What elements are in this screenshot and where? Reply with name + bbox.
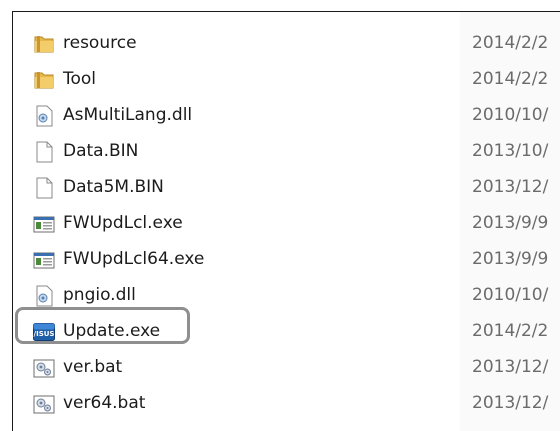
asus-app-icon: /ISUS (33, 321, 55, 343)
file-name: FWUpdLcl.exe (63, 213, 183, 233)
file-date: 2014/2/2 (472, 321, 549, 341)
list-item[interactable]: FWUpdLcl.exe 2013/9/9 (13, 205, 560, 241)
file-date: 2014/2/2 (472, 69, 549, 89)
folder-icon (33, 69, 55, 91)
list-item[interactable]: resource 2014/2/2 (13, 25, 560, 61)
blank-file-icon (33, 141, 55, 163)
file-name: Tool (63, 69, 97, 89)
dll-icon (33, 105, 55, 127)
file-name: FWUpdLcl64.exe (63, 249, 205, 269)
file-name: pngio.dll (63, 285, 136, 305)
list-item[interactable]: /ISUS Update.exe 2014/2/2 (13, 313, 560, 349)
file-date: 2013/9/9 (472, 249, 549, 269)
list-item[interactable]: Tool 2014/2/2 (13, 61, 560, 97)
exe-window-icon (33, 213, 55, 235)
list-item[interactable]: Data5M.BIN 2013/12/ (13, 169, 560, 205)
file-date: 2010/10/ (472, 285, 549, 305)
dll-icon (33, 285, 55, 307)
file-date: 2014/2/2 (472, 33, 549, 53)
file-name: Data5M.BIN (63, 177, 164, 197)
list-item[interactable]: AsMultiLang.dll 2010/10/ (13, 97, 560, 133)
file-date: 2010/10/ (472, 105, 549, 125)
batch-file-icon (33, 393, 55, 415)
folder-icon (33, 33, 55, 55)
file-date: 2013/12/ (472, 177, 549, 197)
list-item[interactable]: pngio.dll 2010/10/ (13, 277, 560, 313)
file-list: resource 2014/2/2 Tool 2014/2/2 AsMultiL… (13, 25, 560, 421)
file-explorer-pane: resource 2014/2/2 Tool 2014/2/2 AsMultiL… (12, 11, 560, 431)
file-name: ver64.bat (63, 393, 146, 413)
file-name: Update.exe (63, 321, 161, 341)
file-date: 2013/10/ (472, 141, 549, 161)
list-item[interactable]: FWUpdLcl64.exe 2013/9/9 (13, 241, 560, 277)
blank-file-icon (33, 177, 55, 199)
file-date: 2013/12/ (472, 393, 549, 413)
file-name: resource (63, 33, 137, 53)
file-date: 2013/12/ (472, 357, 549, 377)
list-item[interactable]: ver64.bat 2013/12/ (13, 385, 560, 421)
file-date: 2013/9/9 (472, 213, 549, 233)
batch-file-icon (33, 357, 55, 379)
list-item[interactable]: ver.bat 2013/12/ (13, 349, 560, 385)
exe-window-icon (33, 249, 55, 271)
list-item[interactable]: Data.BIN 2013/10/ (13, 133, 560, 169)
file-name: ver.bat (63, 357, 123, 377)
file-name: Data.BIN (63, 141, 139, 161)
file-name: AsMultiLang.dll (63, 105, 193, 125)
asus-logo-text: /ISUS (34, 330, 55, 338)
